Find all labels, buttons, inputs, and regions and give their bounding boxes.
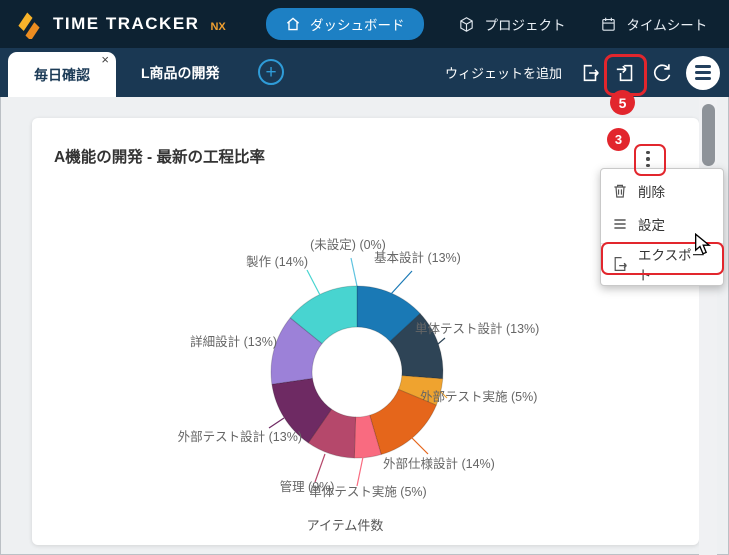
chart-leader-line [315, 454, 325, 482]
zigzag-logo-icon [14, 9, 44, 39]
tabbar-actions: ウィジェットを追加 [445, 48, 720, 97]
scrollbar-track [699, 97, 717, 555]
widget-card: A機能の開発 - 最新の工程比率 (未設定) (0%)基本設計 (13%)単体テ… [32, 118, 699, 545]
tab-daily-check[interactable]: 毎日確認 × [8, 52, 116, 97]
refresh-button[interactable] [650, 61, 674, 85]
export-icon [612, 256, 628, 272]
hamburger-menu-icon [695, 65, 711, 68]
chart-slice-label: (未設定) (0%) [310, 237, 386, 252]
brand-name: TIME TRACKER [53, 14, 199, 34]
package-icon [458, 16, 475, 33]
import-dashboard-button[interactable] [614, 61, 638, 85]
chart-leader-line [307, 270, 320, 295]
calendar-icon [600, 16, 617, 33]
chart-slice-label: 製作 (14%) [246, 255, 308, 269]
nav-item-projects[interactable]: プロジェクト [458, 14, 566, 34]
nav-label: プロジェクト [485, 14, 566, 34]
nav-item-timesheet[interactable]: タイムシート [600, 14, 708, 34]
chart-slice-label: 単体テスト設計 (13%) [415, 321, 539, 336]
donut-chart: (未設定) (0%)基本設計 (13%) 単体テスト設計 (13%) 外部テスト実施… [32, 118, 699, 545]
export-icon [579, 62, 601, 84]
chart-leader-line [351, 258, 357, 286]
step-badge-3: 3 [607, 128, 630, 151]
chart-slice-label: 基本設計 (13%) [374, 250, 461, 265]
tab-label: L商品の開発 [141, 63, 220, 83]
settings-icon [612, 216, 628, 232]
step-badge-5: 5 [610, 90, 635, 115]
mouse-cursor [694, 233, 712, 255]
home-icon [285, 16, 301, 32]
chart-slice-label: 管理 (9%) [280, 479, 335, 494]
app-window: TIME TRACKER NX ダッシュボード プロジェクト [0, 0, 729, 555]
top-navbar: TIME TRACKER NX ダッシュボード プロジェクト [0, 0, 729, 48]
nav-label: タイムシート [627, 14, 708, 34]
scrollbar-thumb[interactable] [702, 104, 715, 166]
chart-slice-label: 詳細設計 (13%) [190, 334, 277, 349]
brand: TIME TRACKER NX [14, 0, 226, 48]
main-nav: ダッシュボード プロジェクト タイムシート [266, 0, 707, 48]
chart-slice-label: 外部テスト実施 (5%) [420, 389, 537, 404]
menu-item-delete[interactable]: 削除 [601, 174, 723, 207]
hamburger-menu-button[interactable] [686, 56, 720, 90]
menu-item-label: 設定 [638, 214, 665, 234]
brand-suffix: NX [210, 21, 225, 48]
trash-icon [612, 183, 628, 199]
chart-leader-line [410, 436, 428, 454]
kebab-icon [646, 151, 650, 155]
menu-item-label: 削除 [638, 181, 665, 201]
chart-leader-line [269, 418, 284, 428]
tab-close-icon[interactable]: × [101, 53, 109, 67]
plus-icon: + [265, 62, 276, 83]
nav-item-dashboard[interactable]: ダッシュボード [266, 8, 424, 40]
tab-label: 毎日確認 [34, 65, 90, 85]
chart-leader-line [438, 338, 445, 344]
chart-slice-label: 外部仕様設計 (14%) [383, 456, 495, 471]
chart-leader-line [391, 271, 412, 294]
tab-l-product[interactable]: L商品の開発 [133, 48, 228, 97]
refresh-icon [651, 62, 673, 84]
import-icon [615, 62, 637, 84]
add-widget-button[interactable]: ウィジェットを追加 [445, 63, 562, 82]
widget-context-menu: 削除 設定 エクスポート [600, 168, 724, 286]
chart-caption: アイテム件数 [307, 518, 384, 533]
export-dashboard-button[interactable] [578, 61, 602, 85]
chart-slice-label: 外部テスト設計 (13%) [178, 429, 302, 444]
nav-label: ダッシュボード [310, 14, 405, 34]
add-tab-button[interactable]: + [258, 59, 284, 85]
chart-leader-line [357, 457, 363, 486]
